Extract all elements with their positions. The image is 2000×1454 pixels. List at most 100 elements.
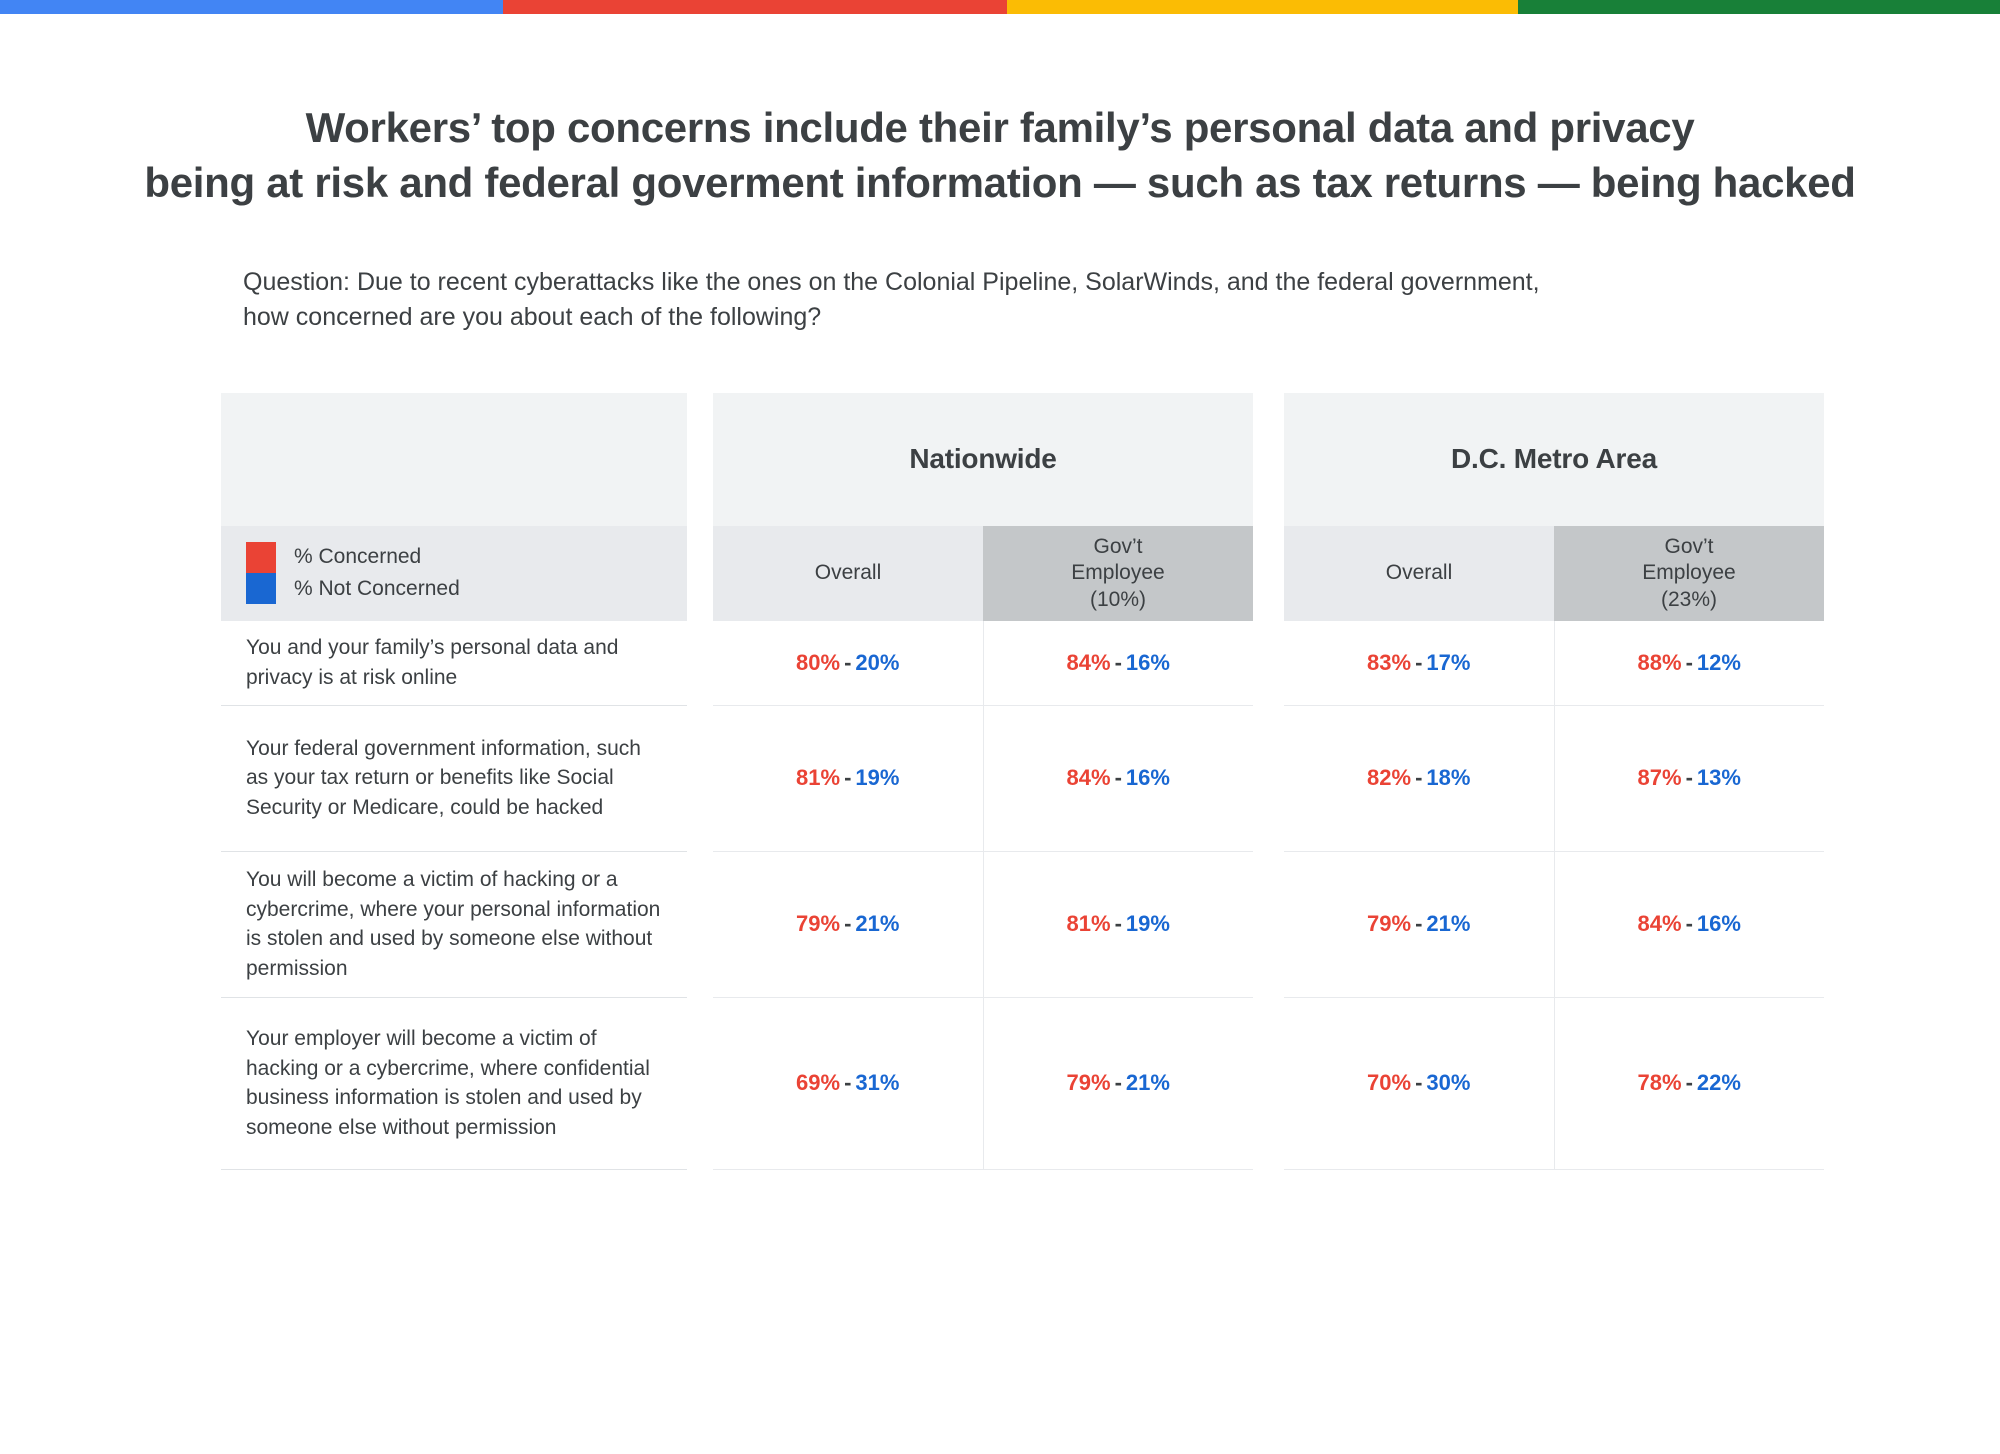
page-title-line-1: Workers’ top concerns include their fami…: [305, 104, 1695, 151]
value-concerned: 84%: [1637, 911, 1682, 937]
value-not-concerned: 13%: [1696, 765, 1741, 791]
value-separator: -: [1415, 765, 1423, 791]
column-header-nationwide-gov-employee: Gov’t Employee (10%): [983, 525, 1253, 621]
column-header-dc-overall: Overall: [1284, 525, 1554, 621]
value-concerned: 84%: [1066, 649, 1111, 675]
value-concerned: 82%: [1367, 765, 1412, 791]
value-concerned: 81%: [1066, 911, 1111, 937]
data-cell-dc-gov: 78% - 22%: [1555, 998, 1825, 1169]
data-cell-dc-gov: 84% - 16%: [1555, 852, 1825, 997]
column-header-line-3: (10%): [1089, 587, 1146, 611]
legend-labels: % Concerned % Not Concerned: [294, 541, 460, 605]
value-not-concerned: 21%: [855, 911, 900, 937]
label-panel-title-spacer: [221, 392, 687, 526]
value-separator: -: [844, 765, 852, 791]
value-not-concerned: 18%: [1426, 765, 1471, 791]
value-separator: -: [1415, 1070, 1423, 1096]
group-panel-dc-metro: D.C. Metro Area Overall Gov’t Employee (…: [1284, 392, 1825, 1170]
page-title-line-2: being at risk and federal goverment info…: [144, 159, 1856, 207]
survey-question-line-1: Question: Due to recent cyberattacks lik…: [243, 267, 1540, 296]
subheader-row-dc-metro: Overall Gov’t Employee (23%): [1284, 525, 1824, 621]
value-separator: -: [1685, 765, 1693, 791]
value-concerned: 84%: [1066, 765, 1111, 791]
color-bar-segment-yellow: [1007, 0, 1518, 14]
legend-swatch-concerned: [246, 542, 276, 574]
data-cell-nationwide-overall: 69% - 31%: [713, 997, 984, 1169]
survey-question: Question: Due to recent cyberattacks lik…: [0, 211, 1883, 336]
value-separator: -: [1685, 911, 1693, 937]
color-bar-segment-red: [503, 0, 1007, 14]
value-separator: -: [1685, 649, 1693, 675]
color-bar-segment-blue: [0, 0, 503, 14]
value-separator: -: [1114, 649, 1122, 675]
row-label: You will become a victim of hacking or a…: [221, 852, 687, 998]
group-title-nationwide: Nationwide: [713, 392, 1253, 526]
value-concerned: 88%: [1637, 649, 1682, 675]
table-row: 79% - 21% 84% - 16%: [1284, 851, 1825, 998]
group-panel-nationwide: Nationwide Overall Gov’t Employee (10%) …: [713, 392, 1254, 1170]
data-cell-dc-gov: 88% - 12%: [1555, 621, 1825, 705]
value-separator: -: [844, 1070, 852, 1096]
value-not-concerned: 19%: [855, 765, 900, 791]
data-cell-nationwide-gov: 81% - 19%: [984, 852, 1254, 997]
table-row: 79% - 21% 81% - 19%: [713, 851, 1254, 998]
data-cell-nationwide-overall: 80% - 20%: [713, 620, 984, 705]
value-concerned: 70%: [1367, 1070, 1412, 1096]
column-header-line-1: Gov’t: [1093, 534, 1143, 558]
data-cell-nationwide-gov: 84% - 16%: [984, 621, 1254, 705]
data-cell-nationwide-gov: 84% - 16%: [984, 706, 1254, 851]
value-not-concerned: 16%: [1125, 765, 1170, 791]
value-not-concerned: 19%: [1125, 911, 1170, 937]
value-separator: -: [1114, 1070, 1122, 1096]
column-header-line-1: Overall: [814, 561, 882, 585]
legend: % Concerned % Not Concerned: [221, 525, 687, 621]
survey-question-line-2: how concerned are you about each of the …: [243, 303, 822, 332]
column-header-nationwide-overall: Overall: [713, 525, 983, 621]
value-separator: -: [1685, 1070, 1693, 1096]
value-not-concerned: 21%: [1426, 911, 1471, 937]
value-not-concerned: 22%: [1696, 1070, 1741, 1096]
table-row: 80% - 20% 84% - 16%: [713, 620, 1254, 706]
color-bar-segment-green: [1518, 0, 2000, 14]
legend-label-not-concerned: % Not Concerned: [294, 577, 460, 601]
row-label: Your employer will become a victim of ha…: [221, 998, 687, 1170]
column-header-line-3: (23%): [1660, 587, 1717, 611]
value-concerned: 81%: [796, 765, 841, 791]
value-concerned: 80%: [796, 649, 841, 675]
table-row: 70% - 30% 78% - 22%: [1284, 997, 1825, 1170]
value-separator: -: [1415, 649, 1423, 675]
value-not-concerned: 16%: [1125, 649, 1170, 675]
row-label: Your federal government information, suc…: [221, 706, 687, 852]
value-separator: -: [1114, 765, 1122, 791]
group-title-dc-metro: D.C. Metro Area: [1284, 392, 1824, 526]
results-table: % Concerned % Not Concerned You and your…: [0, 336, 2000, 1170]
value-not-concerned: 30%: [1426, 1070, 1471, 1096]
value-not-concerned: 17%: [1426, 649, 1471, 675]
value-not-concerned: 20%: [855, 649, 900, 675]
value-not-concerned: 31%: [855, 1070, 900, 1096]
value-concerned: 69%: [796, 1070, 841, 1096]
table-row: 81% - 19% 84% - 16%: [713, 705, 1254, 852]
value-separator: -: [1415, 911, 1423, 937]
value-concerned: 79%: [796, 911, 841, 937]
column-header-line-2: Employee: [1642, 561, 1736, 585]
column-header-line-1: Overall: [1385, 561, 1453, 585]
google-color-bar: [0, 0, 2000, 14]
subheader-row-nationwide: Overall Gov’t Employee (10%): [713, 525, 1253, 621]
value-concerned: 79%: [1066, 1070, 1111, 1096]
value-separator: -: [844, 649, 852, 675]
column-header-line-2: Employee: [1071, 561, 1165, 585]
table-row: 83% - 17% 88% - 12%: [1284, 620, 1825, 706]
legend-swatch-not-concerned: [246, 573, 276, 605]
table-row: 82% - 18% 87% - 13%: [1284, 705, 1824, 852]
row-label-panel: % Concerned % Not Concerned You and your…: [221, 392, 687, 1170]
legend-label-concerned: % Concerned: [294, 545, 422, 569]
column-header-dc-gov-employee: Gov’t Employee (23%): [1554, 525, 1824, 621]
data-cell-nationwide-gov: 79% - 21%: [984, 998, 1254, 1169]
data-cell-dc-overall: 79% - 21%: [1284, 851, 1555, 997]
page-title: Workers’ top concerns include their fami…: [0, 14, 2000, 211]
value-concerned: 87%: [1637, 765, 1682, 791]
data-cell-nationwide-overall: 79% - 21%: [713, 851, 984, 997]
data-cell-dc-overall: 70% - 30%: [1284, 997, 1555, 1169]
data-cell-dc-overall: 82% - 18%: [1284, 705, 1555, 851]
